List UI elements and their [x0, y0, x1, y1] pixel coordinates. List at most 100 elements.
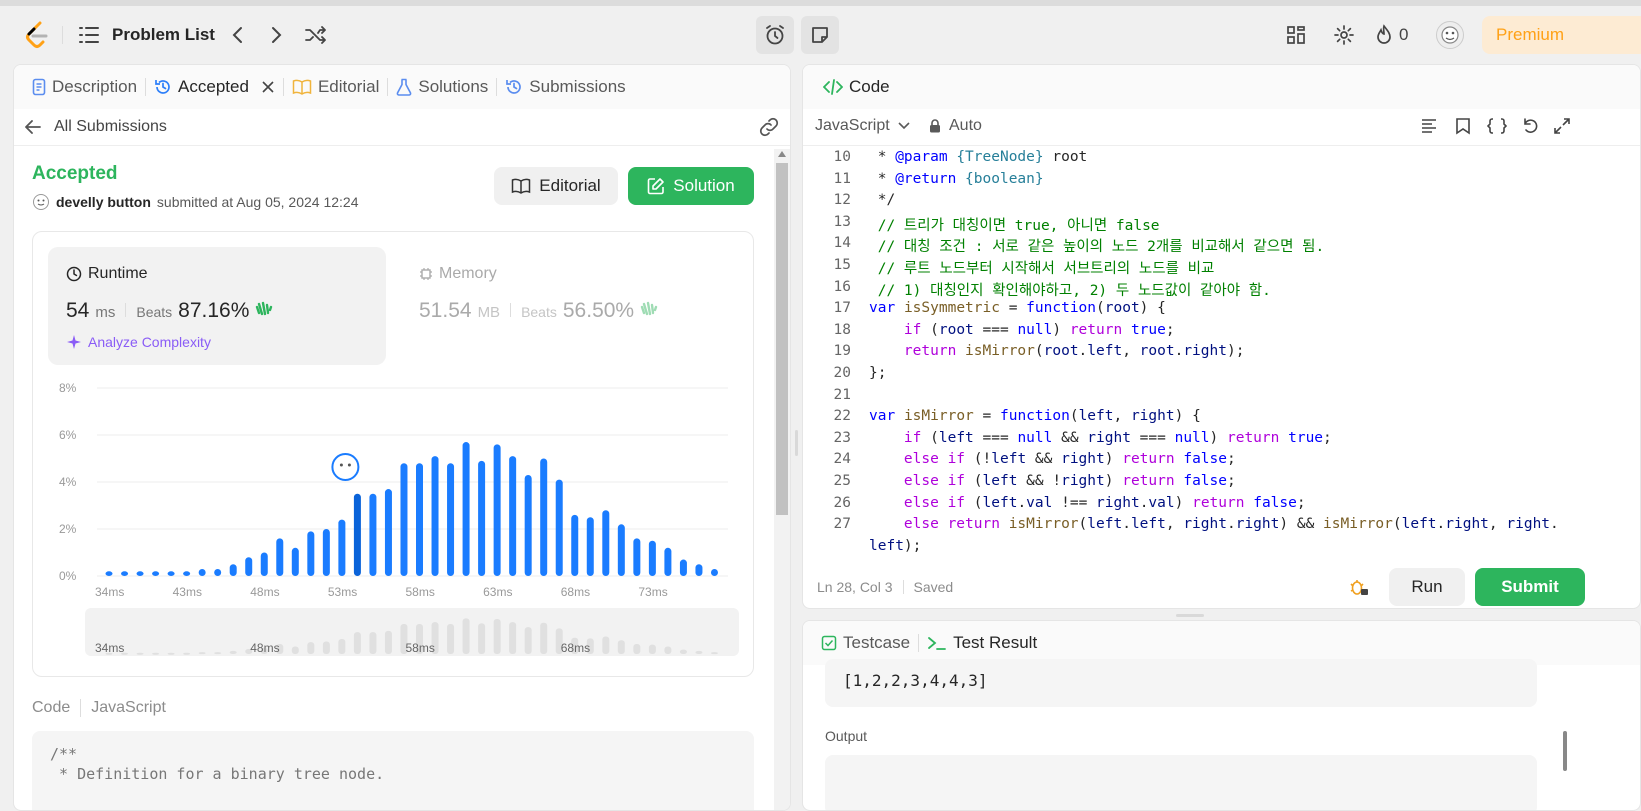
mini-bar [338, 639, 346, 654]
mini-bar [198, 652, 206, 655]
chevron-left-icon [232, 27, 242, 43]
save-status: Saved [913, 579, 954, 595]
clap-icon [640, 301, 658, 316]
y-tick-label: 0% [59, 569, 77, 583]
left-scrollbar[interactable] [774, 149, 790, 810]
tab-description[interactable]: Description [24, 65, 145, 109]
chart-bar [291, 547, 299, 576]
chart-bar [152, 571, 160, 576]
language-select[interactable]: JavaScript [815, 117, 910, 135]
tab-solutions-label: Solutions [418, 77, 489, 96]
chart-bar [462, 442, 470, 576]
layout-grid-icon [1287, 26, 1305, 44]
submit-button[interactable]: Submit [1475, 568, 1585, 606]
tab-editorial[interactable]: Editorial [284, 65, 387, 109]
mini-bar [462, 618, 470, 654]
braces-button[interactable] [1486, 117, 1508, 140]
code-preview-line: * Definition for a binary tree node. [50, 765, 385, 783]
tab-solutions[interactable]: Solutions [388, 65, 496, 109]
chart-bar [478, 460, 486, 576]
user-avatar[interactable] [1436, 21, 1464, 49]
mini-bar [214, 652, 222, 655]
auto-mode[interactable]: Auto [929, 117, 982, 135]
close-icon[interactable] [261, 80, 275, 94]
submit-button-label: Submit [1501, 577, 1559, 596]
tab-submissions[interactable]: Submissions [497, 65, 633, 109]
memory-card[interactable]: Memory 51.54 MB Beats 56.50% [401, 247, 739, 365]
reset-button[interactable] [1521, 117, 1539, 140]
tab-editorial-label: Editorial [317, 77, 380, 96]
streak-counter[interactable]: 0 [1375, 20, 1408, 50]
mini-bar [679, 649, 687, 654]
chart-bar [214, 568, 222, 576]
editor-status-bar: Ln 28, Col 3 Saved [817, 579, 953, 595]
mini-bar [152, 652, 160, 655]
chart-bar [353, 493, 361, 576]
fullscreen-button[interactable] [1553, 117, 1571, 140]
random-problem-button[interactable] [302, 20, 330, 50]
back-to-submissions[interactable]: All Submissions [24, 109, 167, 145]
align-left-icon [1422, 119, 1436, 133]
premium-button[interactable]: Premium [1482, 16, 1641, 54]
vertical-resize-handle[interactable] [795, 430, 798, 456]
run-button[interactable]: Run [1389, 568, 1465, 606]
testcase-input-box: [1,2,2,3,4,4,3] [825, 659, 1537, 707]
editorial-button[interactable]: Editorial [494, 167, 618, 205]
mini-bar [524, 627, 532, 654]
tab-code[interactable]: Code [815, 65, 898, 109]
timer-button[interactable] [756, 16, 794, 54]
chart-bar [679, 559, 687, 576]
testcase-value: [1,2,2,3,4,4,3] [843, 671, 988, 690]
chart-bar [229, 564, 237, 576]
line-number: 12 [833, 192, 851, 209]
editor-toolbar: JavaScript Auto [803, 109, 1640, 145]
bookmark-button[interactable] [1455, 117, 1471, 140]
debug-button[interactable] [1349, 577, 1369, 602]
problem-list-button[interactable]: Problem List [78, 20, 215, 50]
analyze-complexity-link[interactable]: Analyze Complexity [66, 334, 211, 350]
prev-problem-button[interactable] [224, 20, 250, 50]
editorial-button-label: Editorial [539, 176, 601, 195]
next-problem-button[interactable] [264, 20, 290, 50]
format-button[interactable] [1420, 117, 1438, 140]
leetcode-logo[interactable] [22, 20, 52, 50]
chart-bar [710, 568, 718, 576]
streak-count: 0 [1399, 25, 1409, 44]
test-scrollbar[interactable] [1563, 661, 1571, 810]
mini-tick-label: 48ms [250, 641, 279, 655]
submitter-name[interactable]: develly button [56, 194, 151, 210]
mini-tick-label: 68ms [561, 641, 590, 655]
notes-button[interactable] [801, 16, 839, 54]
tab-accepted-label: Accepted [178, 77, 249, 96]
line-number: 17 [833, 300, 851, 317]
code-line: var isSymmetric = function(root) { [869, 300, 1166, 317]
gear-icon [1334, 25, 1354, 45]
code-area[interactable]: 10 * @param {TreeNode} root 11 * @return … [803, 149, 1640, 561]
settings-button[interactable] [1330, 20, 1358, 50]
chart-bar [384, 489, 392, 576]
line-number: 15 [833, 257, 851, 273]
code-line: else if (left && !right) return false; [903, 473, 1236, 489]
chart-bar [183, 571, 191, 576]
scrollbar-thumb[interactable] [776, 163, 788, 515]
panel-resize-handle[interactable] [1176, 614, 1204, 617]
line-number: 26 [833, 494, 851, 511]
chip-icon [420, 268, 432, 280]
tab-accepted[interactable]: Accepted [146, 65, 283, 109]
chart-bar [664, 547, 672, 576]
mini-bar [136, 652, 144, 655]
solution-button[interactable]: Solution [628, 167, 754, 205]
runtime-distribution-chart[interactable]: 8% 6% 4% 2% 0% 34ms 43ms 48ms 53ms 58ms 63ms 68ms 73… [33, 372, 753, 672]
runtime-values: 54 ms Beats 87.16% [66, 299, 273, 323]
solution-button-label: Solution [673, 176, 735, 195]
code-line: else return isMirror(left.left, right.ri… [903, 516, 1559, 533]
layout-button[interactable] [1282, 20, 1310, 50]
line-number: 22 [833, 408, 851, 425]
mini-bar [291, 646, 299, 654]
chart-bar [524, 474, 532, 576]
y-tick-label: 8% [59, 381, 77, 395]
code-line: if (left === null && right === null) ret… [903, 429, 1332, 446]
share-link-button[interactable] [758, 117, 780, 142]
code-label: Code [32, 699, 71, 716]
runtime-card[interactable]: Runtime 54 ms Beats 87.16% Analyze Compl… [48, 247, 386, 365]
